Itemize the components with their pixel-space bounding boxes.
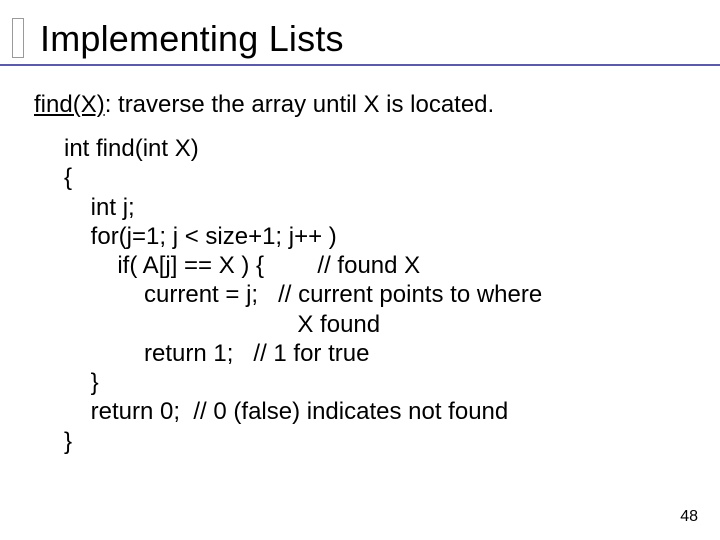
slide: Implementing Lists find(X): traverse the…	[0, 0, 720, 456]
code-line: {	[64, 163, 686, 192]
code-line: return 1; // 1 for true	[64, 339, 686, 368]
code-line: for(j=1; j < size+1; j++ )	[64, 222, 686, 251]
title-underline	[0, 64, 720, 66]
title-accent-bar	[12, 18, 24, 58]
description-text: : traverse the array until X is located.	[105, 91, 495, 118]
code-block: int find(int X){ int j; for(j=1; j < siz…	[64, 134, 686, 456]
code-line: if( A[j] == X ) { // found X	[64, 251, 686, 280]
function-name: find(X)	[34, 91, 105, 118]
code-line: current = j; // current points to where	[64, 280, 686, 309]
page-number: 48	[680, 508, 698, 526]
code-line: int j;	[64, 193, 686, 222]
code-line: }	[64, 368, 686, 397]
slide-title: Implementing Lists	[34, 18, 686, 60]
code-line: return 0; // 0 (false) indicates not fou…	[64, 397, 686, 426]
title-container: Implementing Lists	[34, 18, 686, 66]
code-line: X found	[64, 310, 686, 339]
content-area: find(X): traverse the array until X is l…	[34, 74, 686, 456]
code-line: int find(int X)	[64, 134, 686, 163]
description-line: find(X): traverse the array until X is l…	[34, 90, 686, 120]
code-line: }	[64, 427, 686, 456]
